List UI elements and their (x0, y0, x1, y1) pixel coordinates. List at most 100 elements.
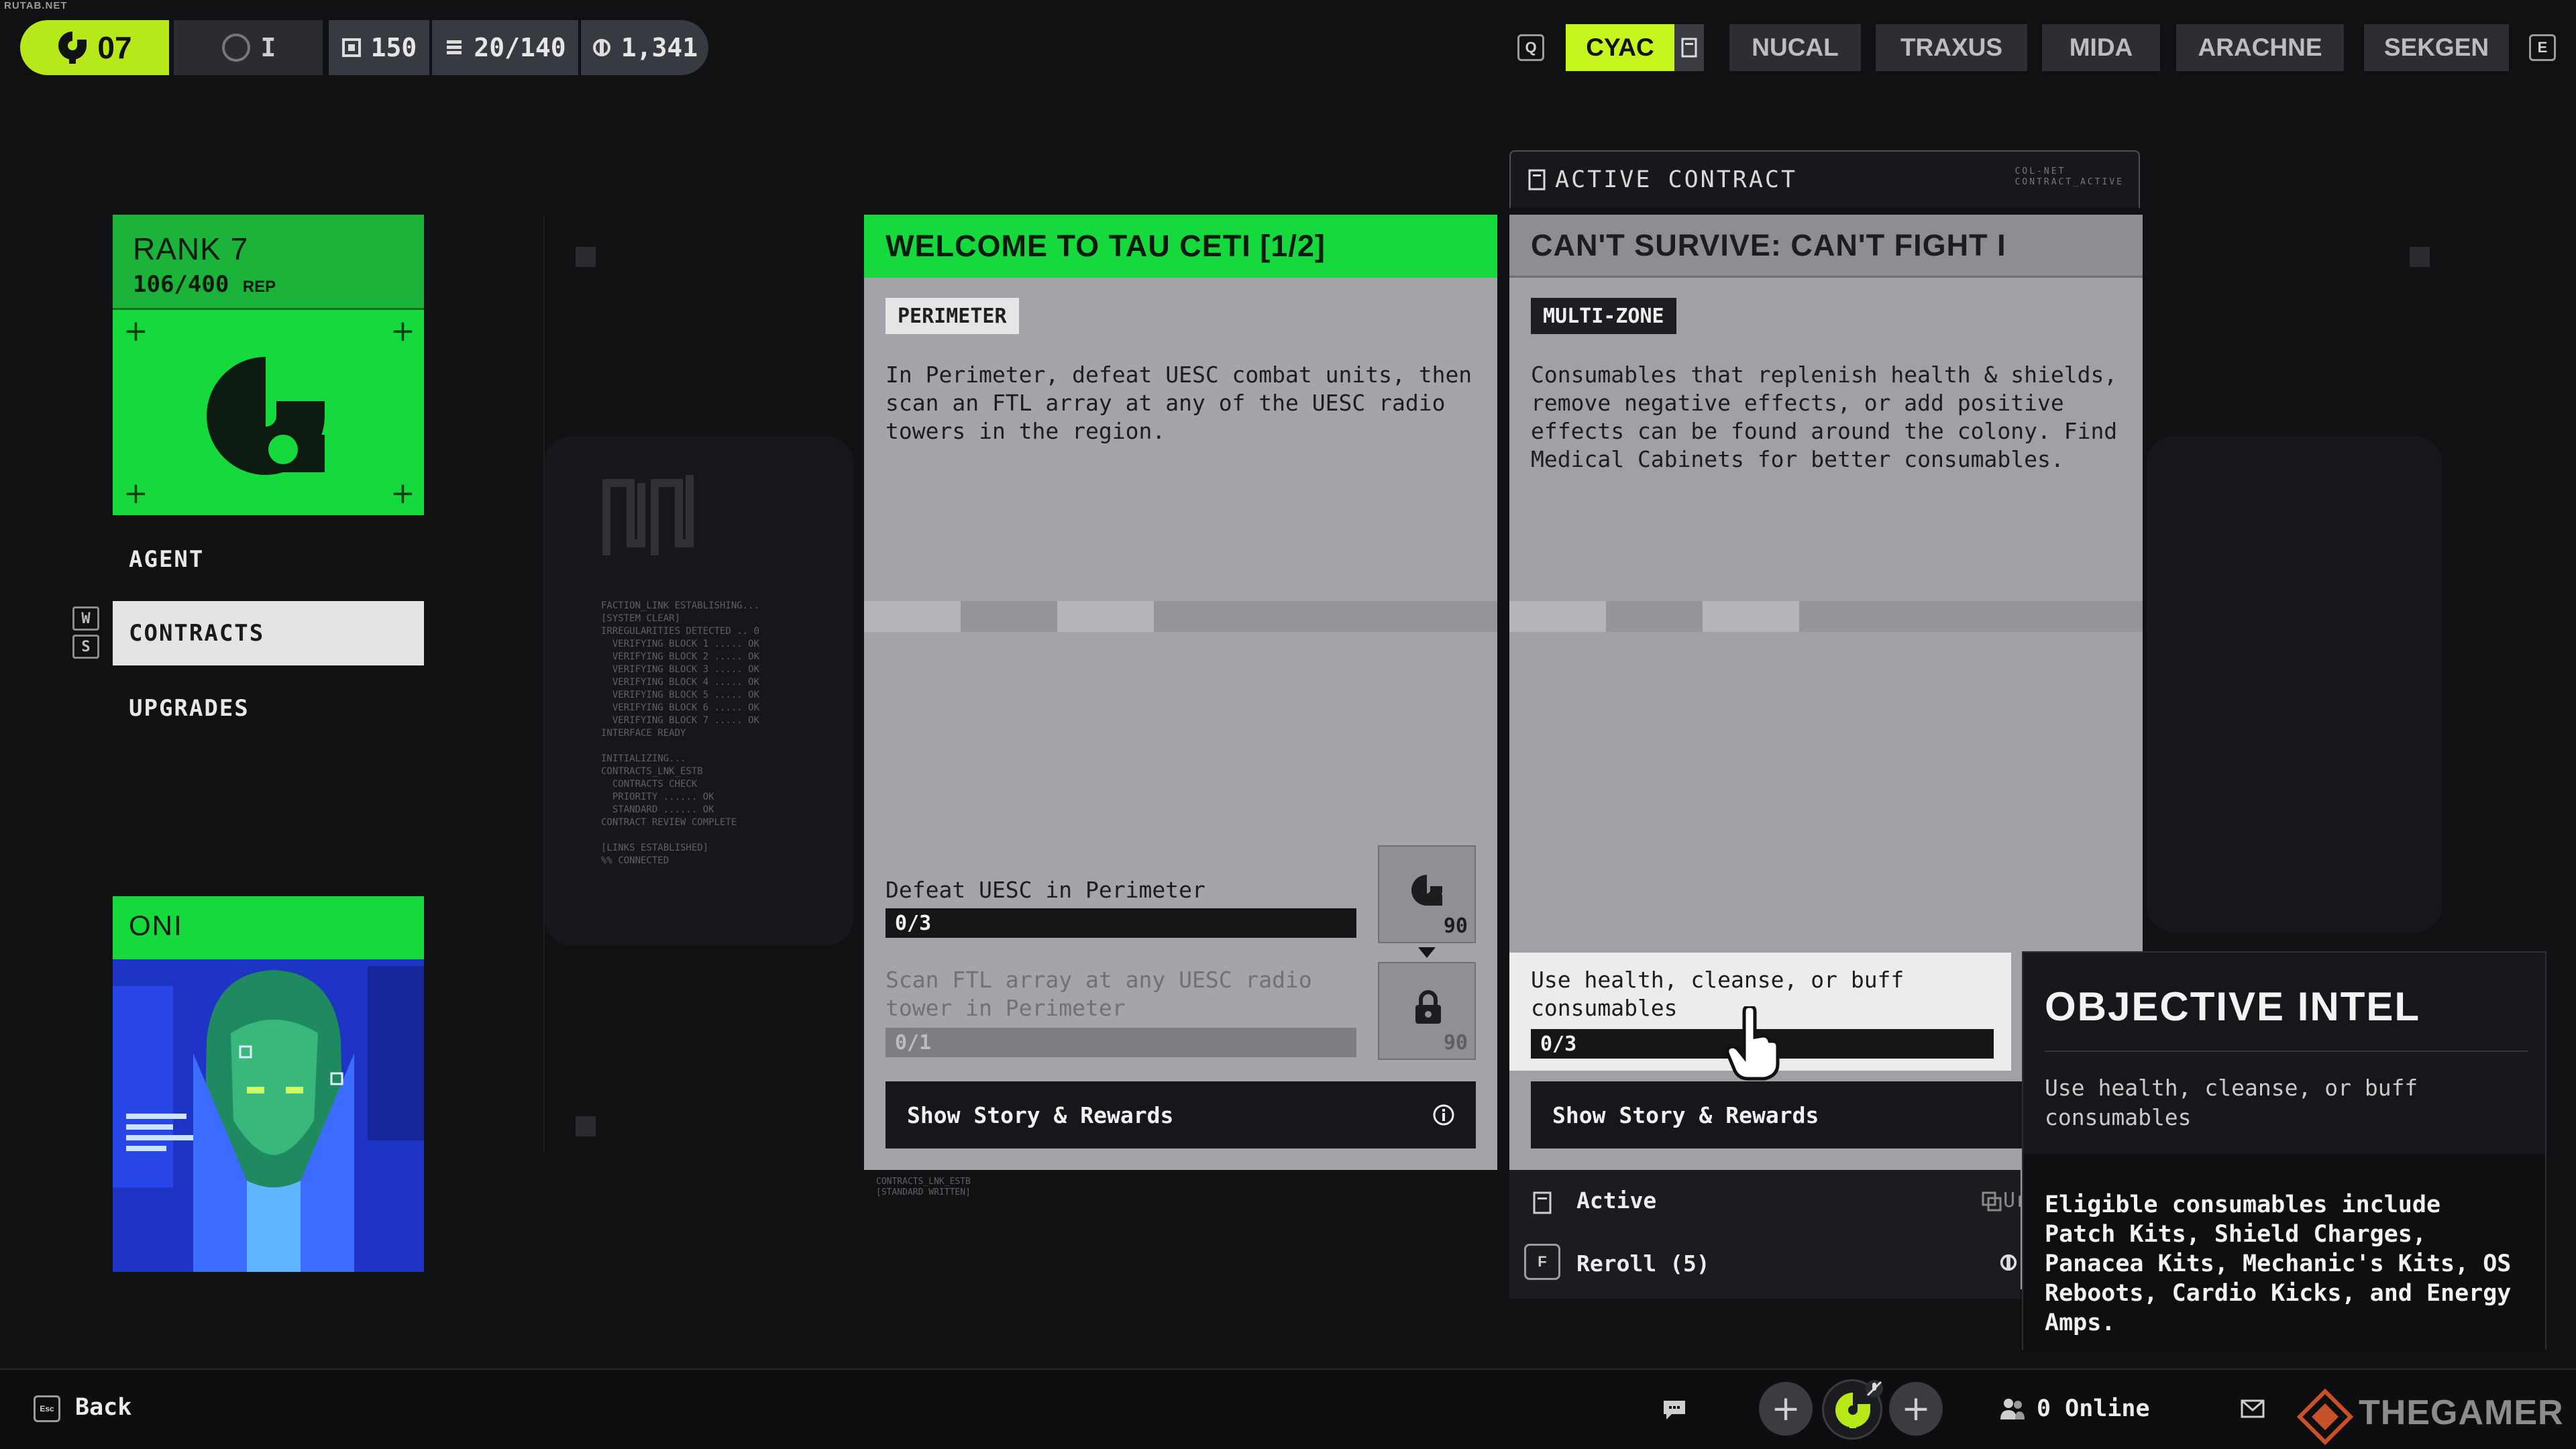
brand-logo-icon (2297, 1389, 2353, 1445)
agent-portrait (113, 959, 424, 1272)
faction-logo-icon (58, 32, 87, 64)
corner-plus-icon: + (390, 476, 415, 511)
tab-faction-mida[interactable]: MIDA (2042, 24, 2160, 71)
show-story-rewards-button[interactable]: Show Story & Rewards (1531, 1081, 2042, 1148)
rank-header: RANK 7 106/400 REP (113, 215, 424, 310)
objective-label: Defeat UESC in Perimeter (885, 877, 1205, 903)
stat-a-value: 150 (370, 33, 417, 62)
rep-unit: REP (242, 278, 276, 296)
show-story-rewards-button[interactable]: Show Story & Rewards (885, 1081, 1476, 1148)
deco-band (1606, 601, 1703, 632)
tab-faction-traxus[interactable]: TRAXUS (1876, 24, 2027, 71)
nav-item-upgrades[interactable]: UPGRADES (113, 676, 424, 741)
online-count[interactable]: 0 Online (2037, 1395, 2150, 1422)
credits-icon (2000, 1254, 2017, 1271)
deco-square (576, 247, 596, 267)
rank-rep: 106/400 REP (133, 271, 276, 298)
tab-label: SEKGEN (2383, 34, 2489, 61)
tab-cyac-info[interactable] (1674, 24, 1704, 71)
prestige-pill[interactable]: I (174, 20, 323, 75)
nav-item-agent[interactable]: AGENT (113, 527, 424, 592)
contract-icon (1528, 169, 1546, 191)
corner-plus-icon: + (123, 476, 148, 511)
faction-emblem-icon (207, 357, 325, 475)
deco-band (1703, 601, 1799, 632)
back-key[interactable]: Esc (34, 1395, 60, 1422)
faction-glyph-icon (602, 475, 694, 555)
tab-faction-cyac[interactable]: CYAC (1566, 24, 1674, 71)
deco-band (1509, 601, 1606, 632)
tab-next-key[interactable]: E (2529, 34, 2556, 61)
contract-card-welcome[interactable]: WELCOME TO TAU CETI [1/2] PERIMETER In P… (864, 215, 1497, 1170)
deco-band (1057, 601, 1154, 632)
corner-plus-icon: + (123, 314, 148, 348)
agent-name: ONI (129, 910, 183, 941)
tab-faction-sekgen[interactable]: SEKGEN (2364, 24, 2509, 71)
rank-title: RANK 7 (133, 231, 249, 266)
credits-pill[interactable]: 1,341 (581, 20, 708, 75)
objective-reward-locked[interactable]: 90 (1378, 962, 1476, 1060)
nav-down-key[interactable]: S (72, 635, 99, 659)
contract-description: In Perimeter, defeat UESC combat units, … (885, 362, 1472, 444)
stat-b-value: 20/140 (474, 33, 566, 62)
intel-divider (2045, 1051, 2528, 1052)
friends-icon (2000, 1399, 2025, 1419)
add-party-slot-button[interactable]: + (1759, 1382, 1813, 1436)
code-line: CONTRACT_ACTIVE (2015, 177, 2124, 187)
nav-up-key[interactable]: W (72, 606, 99, 631)
agent-card-header: ONI (113, 896, 424, 959)
player-level: 07 (97, 30, 132, 65)
active-contract-code: COL-NET CONTRACT_ACTIVE (2015, 166, 2124, 188)
story-button-label: Show Story & Rewards (907, 1102, 1174, 1128)
stat-pill-a[interactable]: 150 (329, 20, 429, 75)
rep-value: 106/400 (133, 271, 229, 298)
tab-label: MIDA (2069, 34, 2133, 61)
brand-watermark: THEGAMER (2359, 1393, 2564, 1432)
watermark-top: RUTAB.NET (4, 0, 68, 11)
zone-tag: PERIMETER (885, 298, 1019, 334)
tab-label: NUCAL (1752, 34, 1839, 61)
stat-pill-b[interactable]: 20/140 (432, 20, 578, 75)
deco-square (2410, 247, 2430, 267)
corner-plus-icon: + (390, 314, 415, 348)
intel-body: Eligible consumables include Patch Kits,… (2023, 1154, 2545, 1350)
rank-card[interactable]: RANK 7 106/400 REP + + + + (113, 215, 424, 515)
agent-card[interactable]: ONI (113, 896, 424, 1272)
info-icon (1433, 1104, 1454, 1126)
tab-prev-key[interactable]: Q (1517, 34, 1544, 61)
objective-reward[interactable]: 90 (1378, 845, 1476, 943)
tab-faction-nucal[interactable]: NUCAL (1729, 24, 1861, 71)
nav-item-contracts[interactable]: CONTRACTS (113, 601, 424, 665)
story-button-label: Show Story & Rewards (1552, 1102, 1819, 1128)
stack-icon (447, 40, 462, 54)
lock-icon (1415, 990, 1441, 1024)
back-button[interactable]: Back (75, 1394, 131, 1421)
mail-icon[interactable] (2241, 1399, 2265, 1418)
contract-icon (1681, 38, 1697, 58)
reroll-button[interactable]: Reroll (5) (1576, 1250, 1710, 1277)
contract-description: Consumables that replenish health & shie… (1531, 362, 2118, 472)
contract-title: CAN'T SURVIVE: CAN'T FIGHT I (1509, 215, 2143, 278)
player-avatar[interactable] (1822, 1379, 1883, 1440)
credits-icon (592, 39, 610, 56)
objective-progress-bar-locked: 0/1 (885, 1028, 1356, 1057)
chat-icon[interactable] (1661, 1398, 1688, 1421)
credits-value: 1,341 (621, 33, 698, 62)
status-right-text: Ur (2003, 1189, 2021, 1212)
reroll-key[interactable]: F (1524, 1244, 1560, 1280)
code-line: COL-NET (2015, 166, 2066, 176)
player-level-pill[interactable]: 07 (20, 20, 169, 75)
tab-label: TRAXUS (1900, 34, 2003, 61)
objective-label-locked: Scan FTL array at any UESC radio tower i… (885, 967, 1312, 1021)
deco-square (576, 1116, 596, 1136)
contract-status: Active (1576, 1187, 1657, 1214)
deco-band (1154, 601, 1497, 632)
nav-item-label: UPGRADES (129, 695, 250, 722)
add-party-slot-button[interactable]: + (1889, 1382, 1943, 1436)
prestige-ring-icon (221, 34, 250, 62)
tab-faction-arachne[interactable]: ARACHNE (2176, 24, 2344, 71)
prestige-value: I (260, 33, 276, 62)
contract-title: WELCOME TO TAU CETI [1/2] (864, 215, 1497, 278)
deco-band (1799, 601, 2143, 632)
active-contract-footer: Active Ur F Reroll (5) (1509, 1170, 2021, 1299)
